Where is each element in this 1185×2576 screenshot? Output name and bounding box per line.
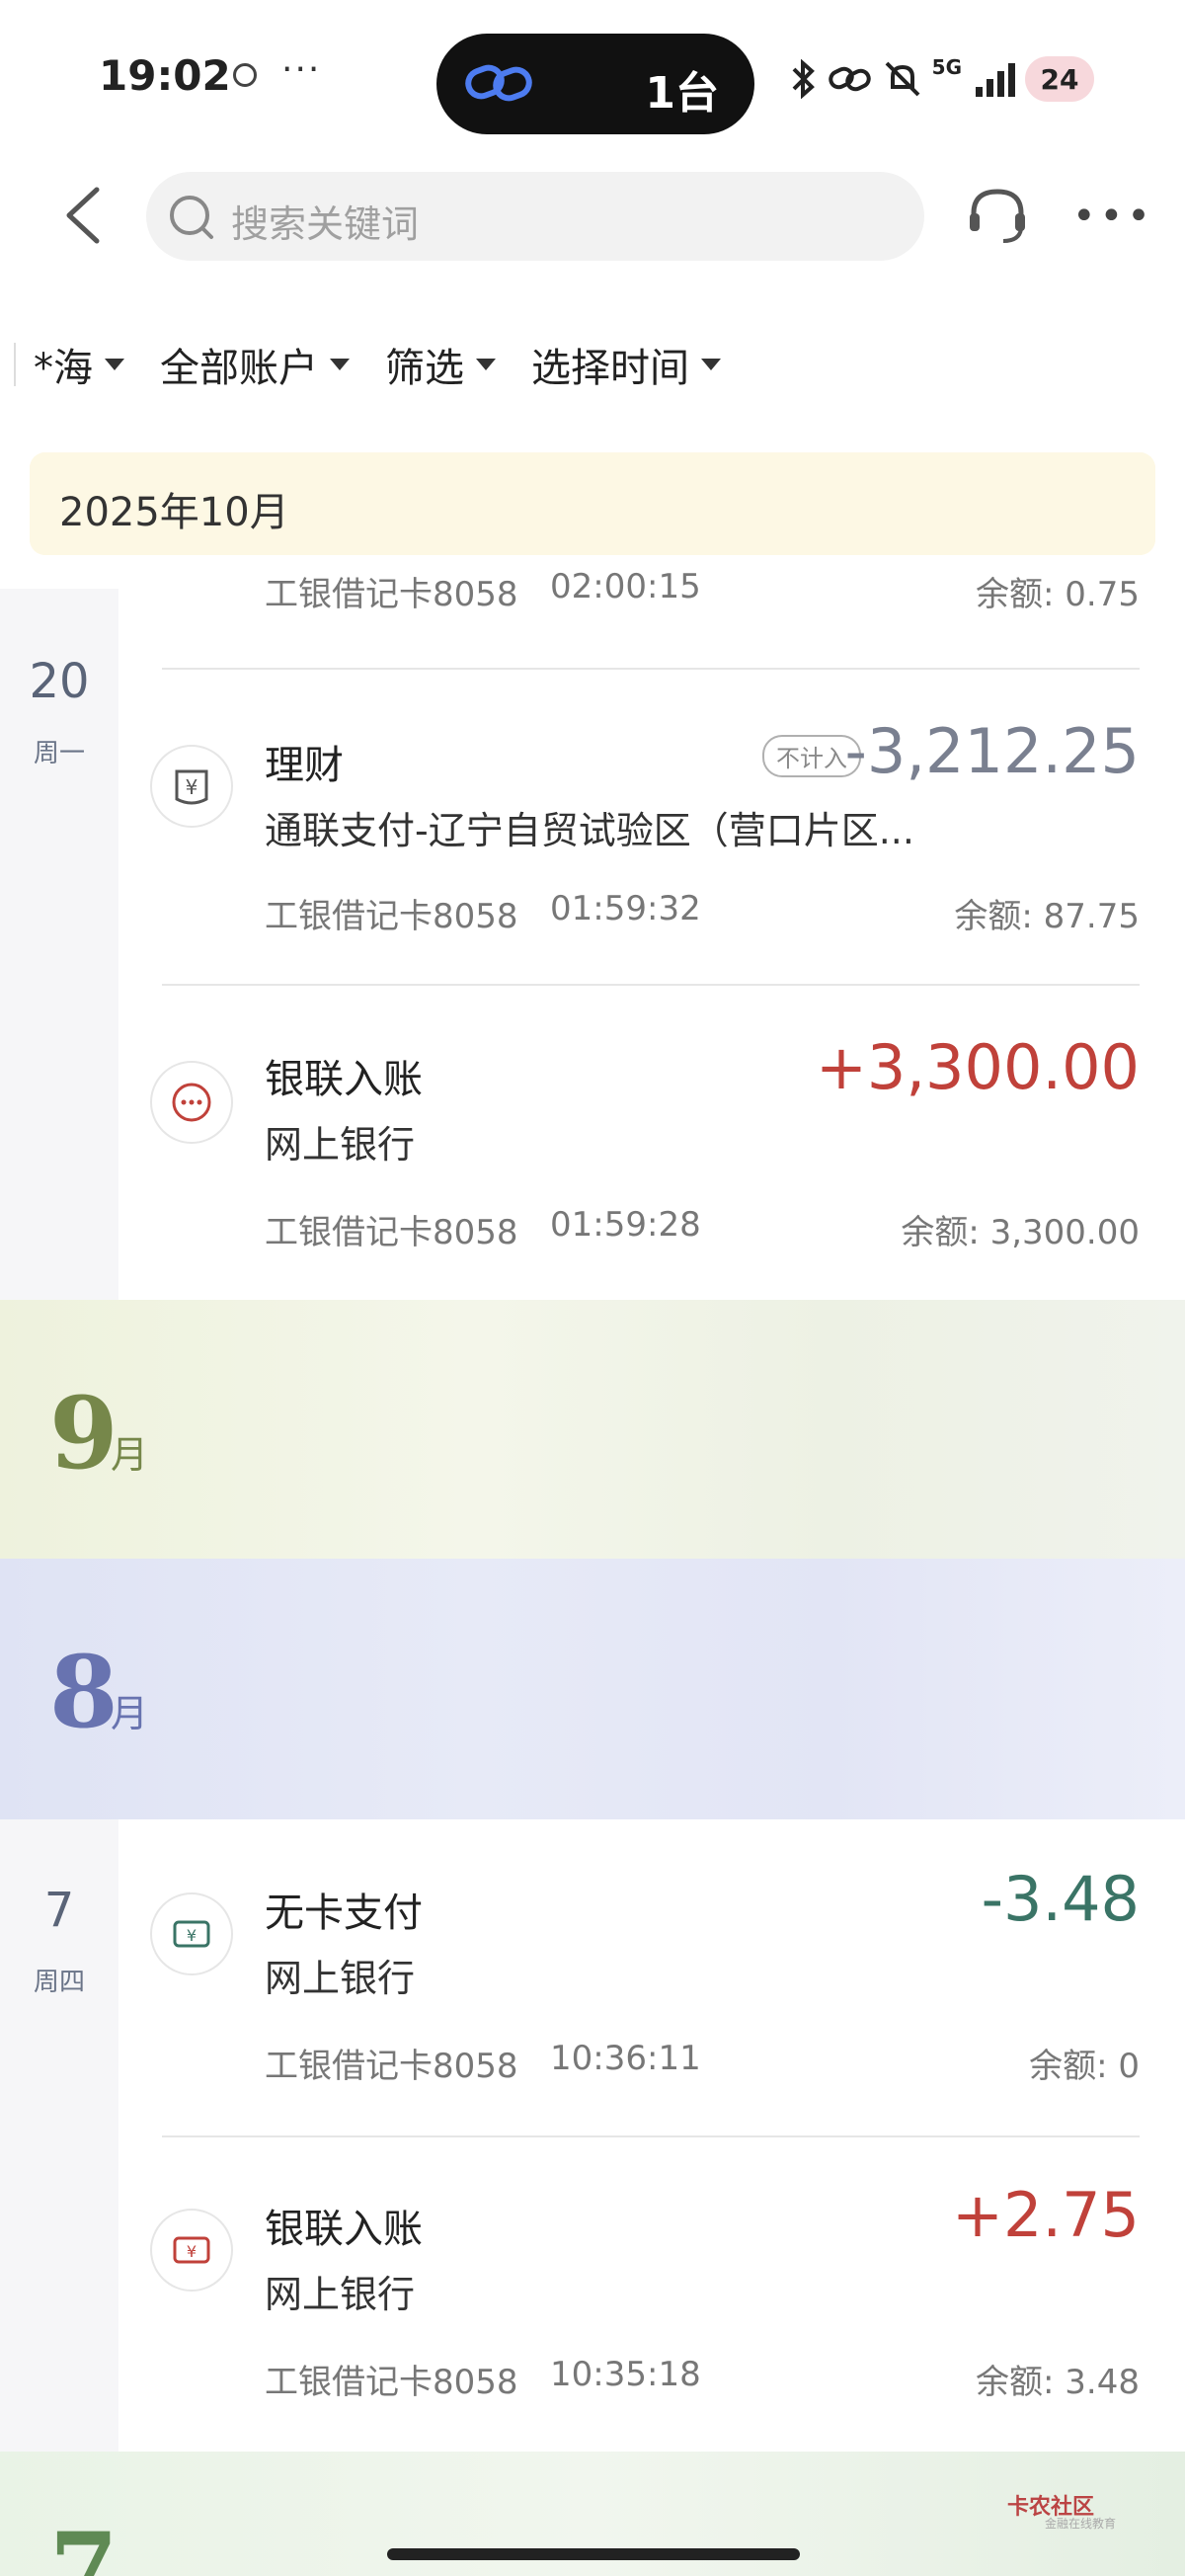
strip-month-number: 7 — [49, 2511, 118, 2576]
app-notification-icon — [233, 63, 257, 87]
month-strip-august[interactable]: 8 月 — [0, 1559, 1185, 1819]
status-icons: 5G 24 — [788, 51, 1094, 107]
filter-account[interactable]: 全部账户 — [160, 336, 350, 393]
txn-balance: 余额: 0 — [1029, 2047, 1140, 2086]
more-options-icon[interactable]: ••• — [1072, 194, 1154, 239]
strip-month-unit: 月 — [111, 1692, 149, 1735]
txn-subtitle: 网上银行 — [265, 2273, 416, 2316]
txn-amount: -3.48 — [981, 1863, 1140, 1935]
battery-badge: 24 — [1025, 56, 1094, 102]
txn-card: 工银借记卡8058 — [265, 897, 518, 936]
chevron-down-icon — [476, 359, 496, 370]
day-column: 7 周四 — [0, 1819, 118, 2452]
wealth-icon: ¥ — [150, 745, 233, 828]
txn-time: 01:59:28 — [550, 1205, 701, 1245]
txn-title: 银联入账 — [265, 2207, 423, 2252]
search-icon — [170, 196, 213, 239]
unionpay-icon — [150, 1061, 233, 1144]
txn-time: 01:59:32 — [550, 889, 701, 928]
more-notifications-icon: ··· — [281, 49, 322, 90]
txn-card: 工银借记卡8058 — [265, 2363, 518, 2402]
month-strip-september[interactable]: 9 月 — [0, 1300, 1185, 1559]
home-indicator[interactable] — [387, 2548, 800, 2560]
filter-screen[interactable]: 筛选 — [385, 336, 496, 393]
day-weekday: 周四 — [33, 1968, 85, 1997]
month-banner-text: 2025年10月 — [59, 490, 289, 535]
txn-subtitle: 通联支付-辽宁自贸试验区（营口片区... — [265, 809, 914, 852]
day-column: 20 周一 — [0, 589, 118, 1300]
dynamic-island[interactable]: 1台 — [436, 34, 754, 134]
search-input[interactable]: 搜索关键词 — [146, 172, 924, 261]
filter-time[interactable]: 选择时间 — [531, 336, 721, 393]
filter-account-label: 全部账户 — [160, 346, 318, 391]
day-number: 20 — [29, 654, 90, 709]
txn-time: 10:35:18 — [550, 2355, 701, 2394]
txn-subtitle: 网上银行 — [265, 1123, 416, 1167]
strip-month-number: 9 — [49, 1375, 118, 1491]
filter-screen-label: 筛选 — [385, 346, 464, 391]
chevron-down-icon — [701, 359, 721, 370]
transaction-row[interactable]: ¥ 无卡支付 -3.48 网上银行 工银借记卡8058 10:36:11 余额:… — [118, 1819, 1185, 2135]
divider — [162, 668, 1140, 670]
txn-balance: 余额: 3.48 — [976, 2363, 1140, 2402]
txn-card: 工银借记卡8058 — [265, 1213, 518, 1252]
transaction-row[interactable]: ¥ 理财 不计入 -3,212.25 通联支付-辽宁自贸试验区（营口片区... … — [118, 672, 1185, 988]
network-type: 5G — [931, 55, 962, 79]
strip-month-unit: 月 — [111, 1433, 149, 1477]
watermark-subtitle: 金融在线教育 — [1045, 2517, 1117, 2531]
mute-icon — [885, 61, 920, 97]
filter-bar: *海 全部账户 筛选 选择时间 — [14, 334, 756, 395]
unionpay-icon: ¥ — [150, 2209, 233, 2292]
day-weekday: 周一 — [33, 739, 85, 768]
txn-amount: +2.75 — [952, 2179, 1140, 2251]
txn-time: 10:36:11 — [550, 2039, 701, 2078]
signal-icon — [976, 61, 1015, 97]
island-label: 1台 — [645, 68, 719, 119]
month-banner-surface: 2025年10月 — [30, 452, 1155, 555]
txn-amount: -3,212.25 — [844, 715, 1140, 787]
cardless-pay-icon: ¥ — [150, 1892, 233, 1975]
filter-divider — [14, 343, 16, 386]
txn-title: 无卡支付 — [265, 1891, 423, 1936]
transaction-row[interactable]: ¥ 银联入账 +2.75 网上银行 工银借记卡8058 10:35:18 余额:… — [118, 2135, 1185, 2452]
strip-month-number: 8 — [49, 1634, 118, 1750]
back-button[interactable] — [59, 186, 109, 245]
txn-card: 工银借记卡8058 — [265, 2047, 518, 2086]
txn-balance: 余额: 87.75 — [954, 897, 1140, 936]
txn-balance: 余额: 3,300.00 — [901, 1213, 1140, 1252]
txn-subtitle: 网上银行 — [265, 1957, 416, 2000]
filter-time-label: 选择时间 — [531, 346, 689, 391]
status-bar: 19:02 ··· 1台 5G 24 — [0, 0, 1185, 158]
link-icon — [465, 64, 532, 102]
txn-amount: +3,300.00 — [815, 1031, 1140, 1103]
transaction-row[interactable]: 银联入账 +3,300.00 网上银行 工银借记卡8058 01:59:28 余… — [118, 988, 1185, 1304]
txn-title: 理财 — [265, 743, 344, 788]
chevron-down-icon — [105, 359, 124, 370]
day-number: 7 — [43, 1883, 75, 1938]
customer-service-icon[interactable] — [964, 184, 1031, 247]
search-placeholder: 搜索关键词 — [231, 202, 420, 246]
filter-name[interactable]: *海 — [34, 336, 124, 393]
svg-text:¥: ¥ — [186, 775, 198, 799]
status-time: 19:02 — [99, 51, 231, 100]
svg-text:¥: ¥ — [187, 1926, 197, 1945]
txn-title: 银联入账 — [265, 1057, 423, 1102]
bluetooth-icon — [792, 59, 815, 99]
filter-name-label: *海 — [34, 346, 93, 391]
link-status-icon — [828, 66, 871, 92]
divider — [162, 984, 1140, 986]
svg-text:¥: ¥ — [187, 2242, 197, 2261]
chevron-down-icon — [330, 359, 350, 370]
